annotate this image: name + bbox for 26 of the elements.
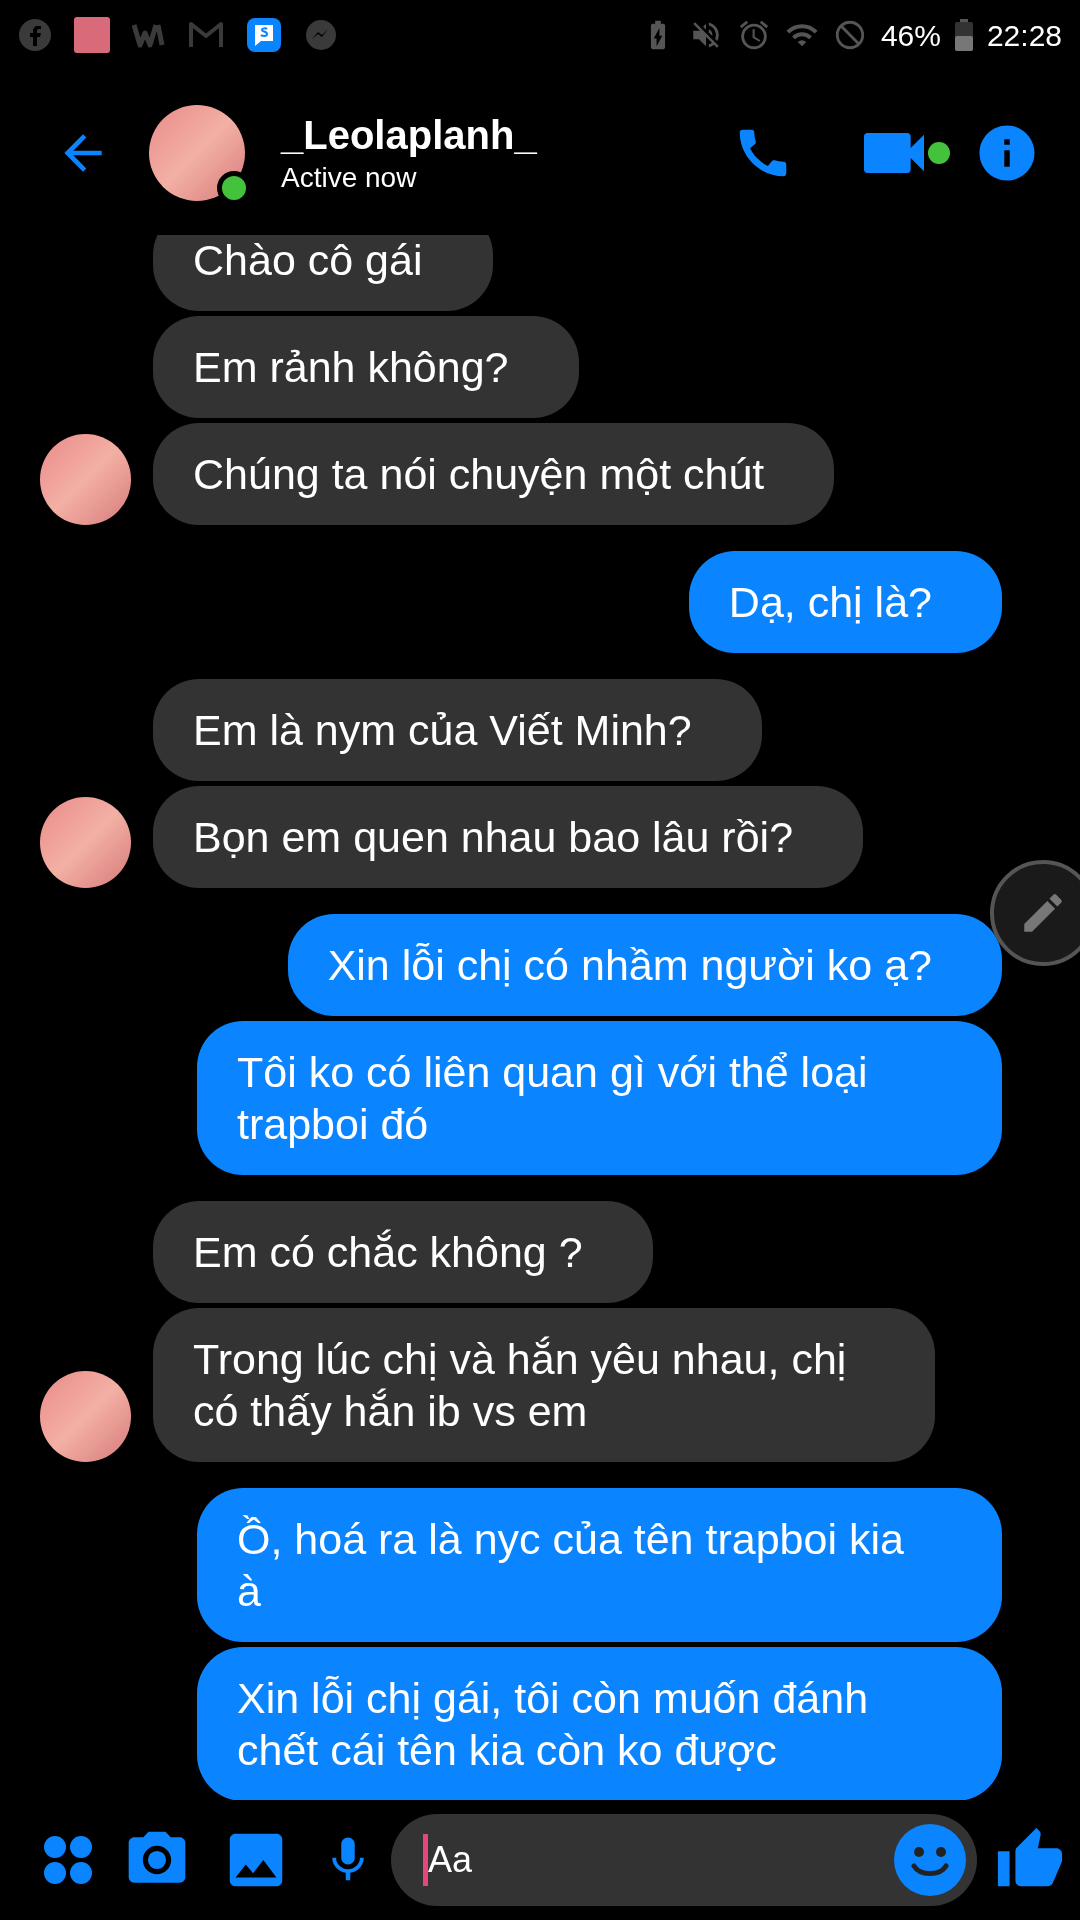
speech-bubble-icon	[246, 17, 282, 53]
battery-percent: 46%	[880, 17, 941, 54]
received-message: Chào cô gái	[153, 235, 493, 311]
received-message: Em là nym của Viết Minh?	[153, 679, 762, 781]
sent-message: Tôi ko có liên quan gì với thể loại trapboi đó	[197, 1021, 1002, 1175]
f-logo-icon	[18, 18, 52, 52]
smiley-icon[interactable]	[893, 1823, 967, 1897]
lightning-bubble-icon	[304, 18, 338, 52]
message-input[interactable]: Aa	[428, 1833, 893, 1887]
sent-message: Ồ, hoá ra là nyc của tên trapboi kia à	[197, 1488, 1002, 1642]
sent-message: Dạ, chị là?	[688, 551, 1002, 653]
received-message: Bọn em quen nhau bao lâu rồi?	[153, 786, 864, 888]
sent-message: Xin lỗi chị có nhầm người ko ạ?	[287, 914, 1002, 1016]
contact-name[interactable]: _Leolaplanh_	[281, 109, 732, 160]
four-dots-icon[interactable]	[43, 1835, 93, 1885]
received-message: Trong lúc chị và hắn yêu nhau, chị có thấy hắn ib vs em	[153, 1308, 935, 1462]
received-message: Chúng ta nói chuyện một chút	[153, 423, 835, 525]
active-status: Active now	[281, 160, 418, 195]
app-thumbnail	[74, 17, 110, 53]
sent-message: Xin lỗi chị gái, tôi còn muốn đánh chết cái tên kia còn ko được	[197, 1647, 1002, 1800]
message-field[interactable]: Aa	[391, 1814, 977, 1906]
m-logo-icon	[188, 21, 224, 49]
received-message: Em rảnh không?	[153, 316, 579, 418]
received-message: Em có chắc không ?	[153, 1201, 653, 1303]
battery-icon	[954, 19, 973, 51]
clock-time: 22:28	[986, 17, 1062, 54]
